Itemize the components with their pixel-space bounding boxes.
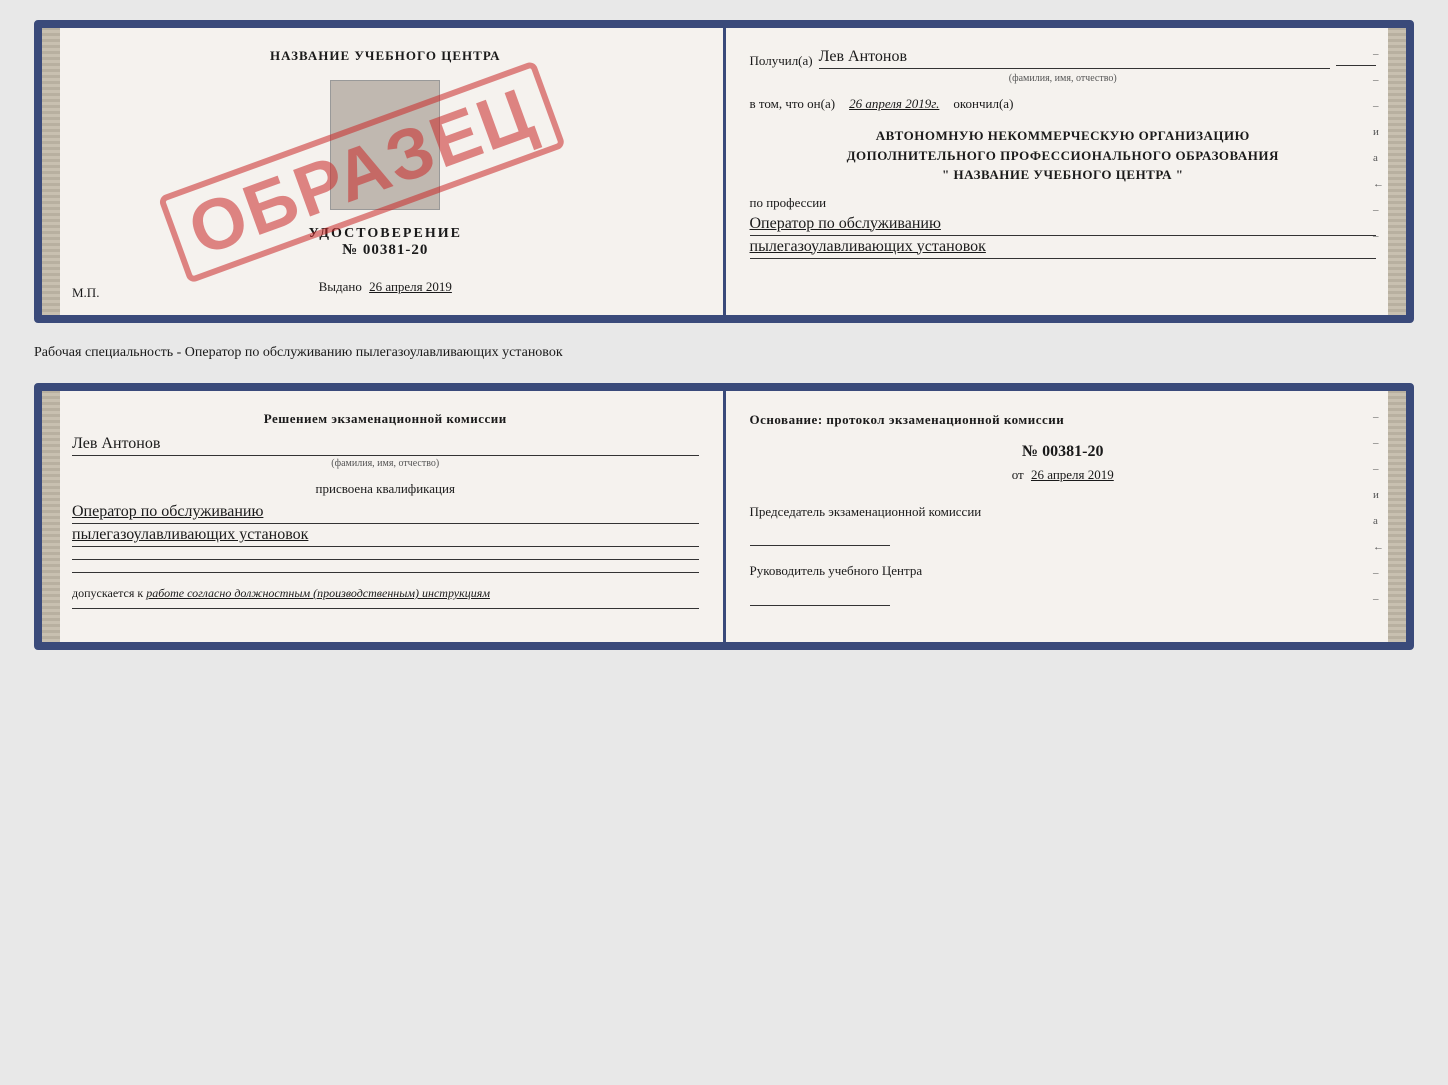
page-container: НАЗВАНИЕ УЧЕБНОГО ЦЕНТРА УДОСТОВЕРЕНИЕ №… [34, 20, 1414, 650]
poluchil-label: Получил(а) [750, 53, 813, 69]
vtom-date: 26 апреля 2019г. [849, 96, 939, 112]
predsedatel-signature-line [750, 545, 890, 546]
rukovoditel-signature-line [750, 605, 890, 606]
top-document: НАЗВАНИЕ УЧЕБНОГО ЦЕНТРА УДОСТОВЕРЕНИЕ №… [34, 20, 1414, 323]
line2 [72, 572, 699, 573]
certificate-number: № 00381-20 [309, 242, 462, 259]
vtom-label: в том, что он(а) [750, 96, 836, 112]
fio-hint-top: (фамилия, имя, отчество) [750, 73, 1377, 84]
vtom-row: в том, что он(а) 26 апреля 2019г. окончи… [750, 96, 1377, 112]
komissia-name: Лев Антонов [72, 435, 699, 453]
vydano-row: Выдано 26 апреля 2019 [319, 279, 452, 295]
vydano-label: Выдано [319, 279, 362, 294]
ot-label: от [1012, 467, 1024, 482]
certificate-label: УДОСТОВЕРЕНИЕ [309, 226, 462, 242]
okonchil-label: окончил(а) [953, 96, 1013, 112]
fio-hint-bottom: (фамилия, имя, отчество) [72, 455, 699, 469]
line-under-dopuskaetsya [72, 608, 699, 609]
training-center-title: НАЗВАНИЕ УЧЕБНОГО ЦЕНТРА [270, 48, 501, 64]
org-name: " НАЗВАНИЕ УЧЕБНОГО ЦЕНТРА " [750, 165, 1377, 185]
line1 [72, 559, 699, 560]
rukovoditel-label: Руководитель учебного Центра [750, 562, 1377, 580]
photo-placeholder [330, 80, 440, 210]
kvalif-line1: Оператор по обслуживанию [72, 503, 699, 524]
resheniye-title: Решением экзаменационной комиссии [72, 411, 699, 427]
kvalif-line2: пылегазоулавливающих установок [72, 526, 699, 547]
mp-label: М.П. [72, 285, 99, 301]
protocol-number: № 00381-20 [750, 443, 1377, 461]
protocol-date: 26 апреля 2019 [1031, 467, 1114, 482]
po-professii-label: по профессии [750, 195, 1377, 211]
bottom-doc-left: Решением экзаменационной комиссии Лев Ан… [42, 391, 723, 642]
professiya-line2: пылегазоулавливающих установок [750, 238, 1377, 259]
dopuskaetsya-text: работе согласно должностным (производств… [146, 586, 490, 600]
middle-label: Рабочая специальность - Оператор по обсл… [34, 341, 1414, 365]
top-doc-right: Получил(а) Лев Антонов (фамилия, имя, от… [726, 28, 1407, 315]
poluchil-name: Лев Антонов [819, 48, 1330, 69]
dopuskaetsya-block: допускается к работе согласно должностны… [72, 585, 699, 602]
bottom-doc-right: Основание: протокол экзаменационной коми… [726, 391, 1407, 642]
vertical-marks: – – – и а ← – – [1373, 48, 1384, 242]
org-line2: ДОПОЛНИТЕЛЬНОГО ПРОФЕССИОНАЛЬНОГО ОБРАЗО… [750, 146, 1377, 166]
certificate-block: УДОСТОВЕРЕНИЕ № 00381-20 [309, 226, 462, 259]
vydano-date: 26 апреля 2019 [369, 279, 452, 294]
bottom-lines [72, 559, 699, 573]
poluchil-row: Получил(а) Лев Антонов [750, 48, 1377, 69]
osnovanie-title: Основание: протокол экзаменационной коми… [750, 411, 1377, 429]
professiya-line1: Оператор по обслуживанию [750, 215, 1377, 236]
bottom-document: Решением экзаменационной комиссии Лев Ан… [34, 383, 1414, 650]
dopuskaetsya-label: допускается к [72, 586, 143, 600]
top-doc-left: НАЗВАНИЕ УЧЕБНОГО ЦЕНТРА УДОСТОВЕРЕНИЕ №… [42, 28, 723, 315]
org-line1: АВТОНОМНУЮ НЕКОММЕРЧЕСКУЮ ОРГАНИЗАЦИЮ [750, 126, 1377, 146]
protocol-date-row: от 26 апреля 2019 [750, 467, 1377, 483]
predsedatel-label: Председатель экзаменационной комиссии [750, 503, 1377, 521]
vertical-marks-bottom: – – – и а ← – – [1373, 411, 1384, 605]
prisvoena-label: присвоена квалификация [72, 481, 699, 497]
org-block: АВТОНОМНУЮ НЕКОММЕРЧЕСКУЮ ОРГАНИЗАЦИЮ ДО… [750, 126, 1377, 185]
predsedatel-block: Председатель экзаменационной комиссии [750, 503, 1377, 546]
